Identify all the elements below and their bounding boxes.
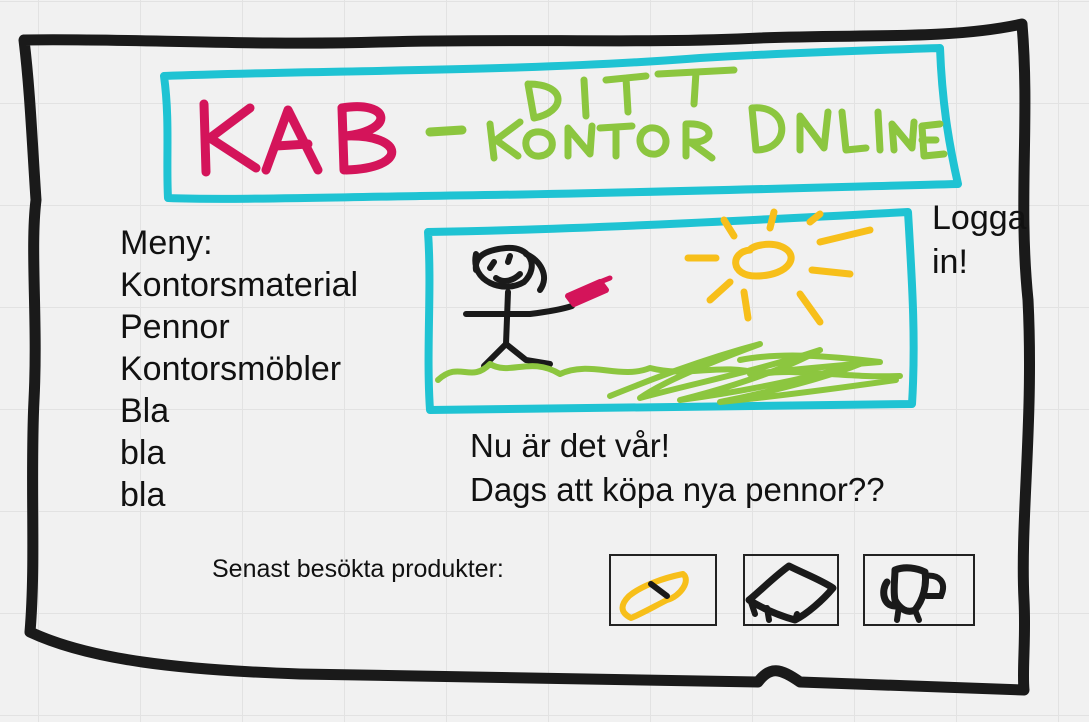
recent-product-2[interactable] xyxy=(743,554,839,626)
login-link[interactable]: Logga in! xyxy=(932,196,1042,284)
hero-line-2: Dags att köpa nya pennor?? xyxy=(470,471,885,508)
recent-product-1[interactable] xyxy=(609,554,717,626)
hero-line-1: Nu är det vår! xyxy=(470,427,670,464)
menu: Meny: Kontorsmaterial Pennor Kontorsmöbl… xyxy=(120,222,358,516)
desk-icon xyxy=(745,562,837,624)
chair-icon xyxy=(880,564,946,623)
menu-item-kontorsmobler[interactable]: Kontorsmöbler xyxy=(120,348,358,390)
menu-item-pennor[interactable]: Pennor xyxy=(120,306,358,348)
sun-icon xyxy=(684,208,874,326)
menu-item-bla-3[interactable]: bla xyxy=(120,474,358,516)
grass-icon xyxy=(435,341,903,405)
menu-item-kontorsmaterial[interactable]: Kontorsmaterial xyxy=(120,264,358,306)
stick-figure-icon xyxy=(463,244,575,369)
recent-products-label: Senast besökta produkter: xyxy=(212,555,504,583)
menu-heading: Meny: xyxy=(120,224,213,262)
yellow-pen-icon xyxy=(619,571,689,621)
menu-item-bla-2[interactable]: bla xyxy=(120,432,358,474)
menu-item-bla-1[interactable]: Bla xyxy=(120,390,358,432)
recent-product-3[interactable] xyxy=(863,554,975,626)
pen-icon xyxy=(565,275,613,307)
hero-text: Nu är det vår! Dags att köpa nya pennor?… xyxy=(470,424,885,512)
